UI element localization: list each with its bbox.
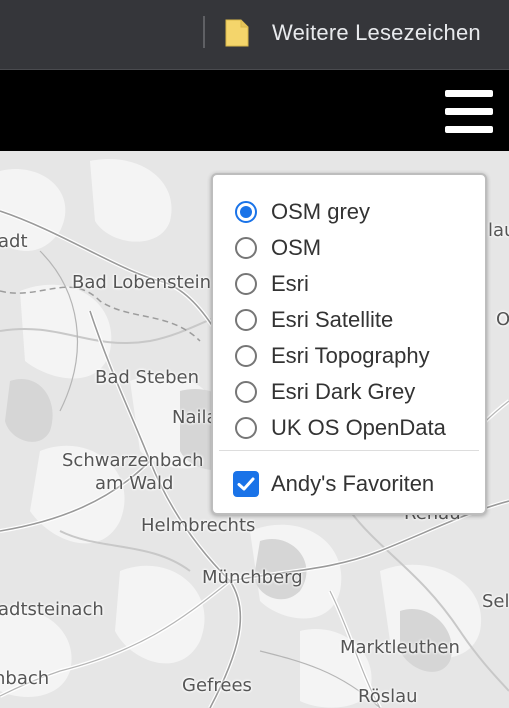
hamburger-icon[interactable] [441, 88, 495, 136]
map-label: Bad Lobenstein [72, 272, 212, 293]
layer-option-label: Esri Dark Grey [271, 379, 416, 404]
map-label: Münchberg [202, 567, 303, 588]
map-label: Röslau [358, 686, 418, 707]
bookmark-folder-label: Weitere Lesezeichen [272, 20, 481, 45]
layer-control-panel: OSM grey OSM Esri Esri Satellite Esri To… [211, 173, 487, 515]
layer-option-label: Esri [271, 271, 309, 296]
layer-option-esri-satellite[interactable]: Esri Satellite [235, 303, 393, 337]
overlay-option-andys-favoriten[interactable]: Andy's Favoriten [233, 467, 434, 501]
layer-option-osm[interactable]: OSM [235, 231, 321, 265]
map-label: nbach [0, 668, 50, 689]
map-label: Gefrees [182, 675, 252, 696]
layer-option-label: OSM grey [271, 199, 371, 224]
overlay-option-label: Andy's Favoriten [271, 471, 435, 496]
layer-option-esri[interactable]: Esri [235, 267, 309, 301]
map-label: O [496, 309, 509, 330]
map-label: Marktleuthen [340, 637, 460, 658]
map-label: Helmbrechts [141, 515, 256, 536]
check-icon [237, 477, 255, 491]
layer-option-label: UK OS OpenData [271, 415, 446, 440]
radio-button[interactable] [235, 273, 257, 295]
layer-option-osm-grey[interactable]: OSM grey [235, 195, 370, 229]
radio-button[interactable] [235, 237, 257, 259]
layer-option-esri-topography[interactable]: Esri Topography [235, 339, 430, 373]
radio-button-checked[interactable] [235, 201, 257, 223]
map-label: am Wald [95, 473, 174, 494]
map-label: Sel [482, 591, 509, 612]
folder-icon [225, 19, 249, 47]
bookmark-folder-other[interactable]: Weitere Lesezeichen [222, 10, 481, 56]
bookmark-bar: Weitere Lesezeichen [0, 0, 509, 70]
layer-option-label: Esri Satellite [271, 307, 394, 332]
radio-button[interactable] [235, 345, 257, 367]
map-label: adt [0, 231, 28, 252]
radio-button[interactable] [235, 309, 257, 331]
map-label: adtsteinach [0, 599, 104, 620]
checkbox-checked[interactable] [233, 471, 259, 497]
map-label: Bad Steben [95, 367, 199, 388]
map-label: lau [488, 220, 509, 241]
bookmark-separator [203, 16, 205, 48]
radio-button[interactable] [235, 417, 257, 439]
layer-option-esri-dark-grey[interactable]: Esri Dark Grey [235, 375, 415, 409]
radio-button[interactable] [235, 381, 257, 403]
app-header [0, 70, 509, 151]
layer-option-label: Esri Topography [271, 343, 430, 368]
map-label: Schwarzenbach [62, 450, 204, 471]
layer-option-uk-os-opendata[interactable]: UK OS OpenData [235, 411, 446, 445]
layer-control-separator [219, 450, 479, 451]
layer-option-label: OSM [271, 235, 322, 260]
